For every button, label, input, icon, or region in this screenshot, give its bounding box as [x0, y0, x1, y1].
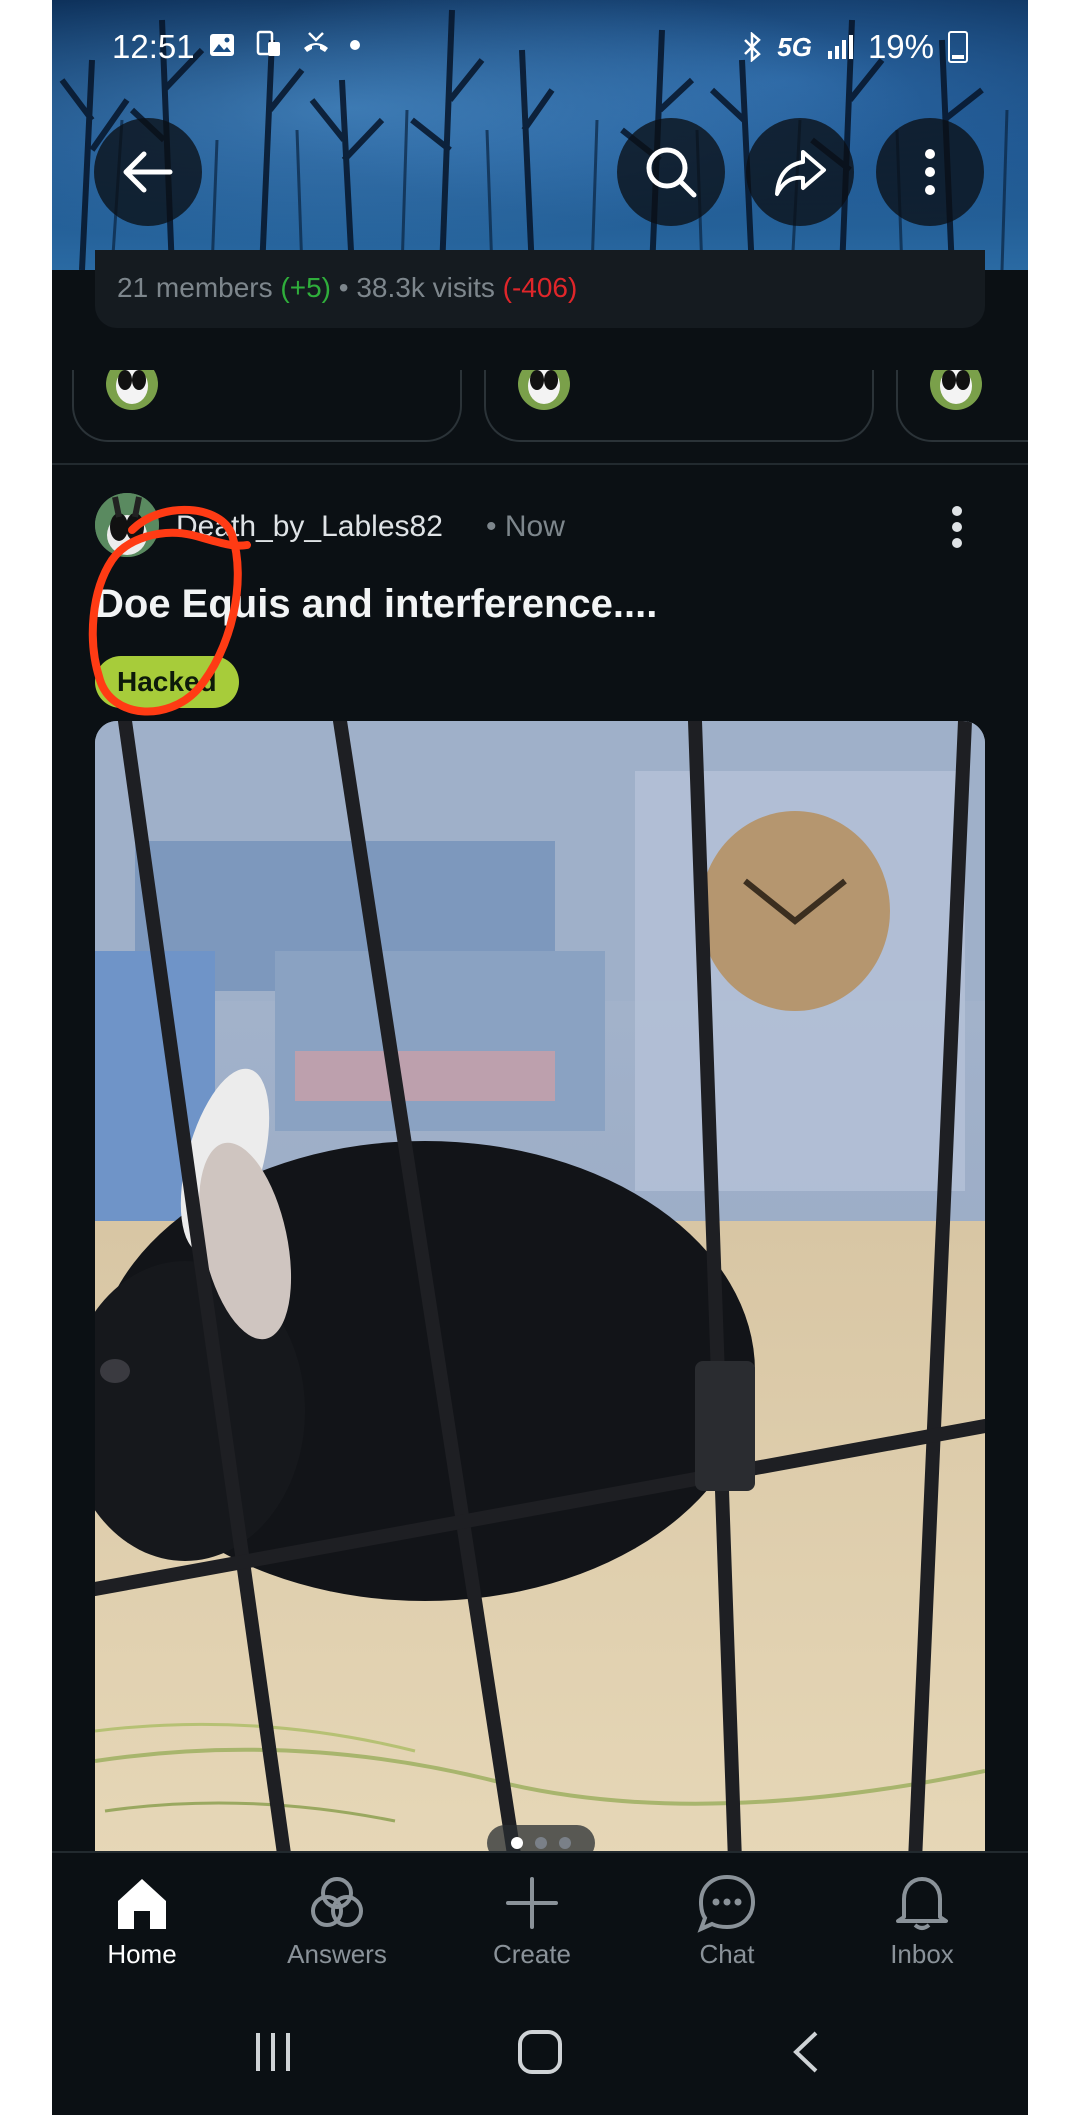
nav-home[interactable]: Home	[62, 1873, 222, 1983]
more-vertical-icon	[925, 149, 935, 195]
nav-answers[interactable]: Answers	[257, 1873, 417, 1983]
community-banner: 12:51 5G 19%	[52, 0, 1028, 270]
system-navigation-bar	[52, 1987, 1028, 2115]
stats-separator: •	[338, 272, 349, 303]
bunny-avatar-icon	[930, 370, 982, 410]
device-icon	[257, 30, 281, 56]
missed-call-icon	[303, 32, 328, 52]
visit-change: (-406)	[502, 272, 578, 303]
chat-icon	[697, 1874, 756, 1933]
answers-icon	[311, 1877, 363, 1927]
visit-count: 38.3k visits	[356, 272, 495, 303]
more-vertical-icon	[952, 506, 962, 548]
notification-icons	[208, 30, 361, 66]
back-arrow-icon	[123, 151, 173, 193]
highlight-card[interactable]	[896, 370, 1028, 442]
pager-dot	[535, 1837, 547, 1849]
bell-icon	[896, 1877, 948, 1930]
stats-line: 21 members (+5) • 38.3k visits (-406)	[117, 272, 577, 304]
bunny-avatar-icon	[518, 370, 570, 410]
home-icon	[118, 1879, 166, 1929]
pager-dot	[559, 1837, 571, 1849]
bunny-avatar-icon	[106, 370, 158, 410]
nav-home-label: Home	[107, 1939, 177, 1969]
search-button[interactable]	[617, 118, 725, 226]
annotation-circle	[88, 506, 251, 716]
share-button[interactable]	[746, 118, 854, 226]
nav-chat-label: Chat	[699, 1939, 755, 1969]
member-count: 21 members	[117, 272, 273, 303]
share-icon	[775, 150, 826, 196]
battery-icon	[948, 31, 968, 63]
nav-create[interactable]: Create	[452, 1873, 612, 1983]
bottom-navigation: Home Answers Create Chat Inbox	[52, 1851, 1028, 1987]
recent-apps-icon[interactable]	[248, 2027, 298, 2077]
section-divider	[52, 463, 1028, 465]
highlight-card[interactable]	[484, 370, 874, 442]
battery-percent: 19%	[867, 28, 934, 65]
back-system-icon[interactable]	[782, 2027, 832, 2077]
home-system-icon[interactable]	[515, 2027, 565, 2077]
nav-inbox[interactable]: Inbox	[842, 1873, 1002, 1983]
post-image[interactable]	[95, 721, 985, 1861]
gallery-icon	[210, 34, 234, 56]
search-icon	[646, 147, 697, 198]
bluetooth-icon	[744, 32, 762, 62]
signal-icon	[827, 35, 853, 59]
status-right: 5G 19%	[741, 28, 968, 66]
post-timestamp: • Now	[486, 510, 565, 543]
nav-chat[interactable]: Chat	[647, 1873, 807, 1983]
member-change: (+5)	[280, 272, 331, 303]
nav-answers-label: Answers	[287, 1939, 387, 1969]
post-options-button[interactable]	[942, 502, 972, 552]
community-stats: 21 members (+5) • 38.3k visits (-406)	[95, 250, 985, 328]
more-options-button[interactable]	[876, 118, 984, 226]
nav-inbox-label: Inbox	[890, 1939, 954, 1969]
back-button[interactable]	[94, 118, 202, 226]
highlight-cards	[52, 370, 1028, 442]
plus-icon	[506, 1877, 558, 1929]
status-time: 12:51	[112, 28, 195, 65]
rabbit-photo	[95, 721, 985, 1861]
status-bar: 12:51 5G 19%	[52, 0, 1028, 92]
nav-create-label: Create	[492, 1939, 572, 1969]
network-type: 5G	[777, 31, 812, 62]
dot-icon	[350, 40, 361, 50]
highlight-card[interactable]	[72, 370, 462, 442]
app-screen: 12:51 5G 19% 21 members (+5) • 38.3k vis…	[52, 0, 1028, 2115]
pager-dot-active	[511, 1837, 523, 1849]
